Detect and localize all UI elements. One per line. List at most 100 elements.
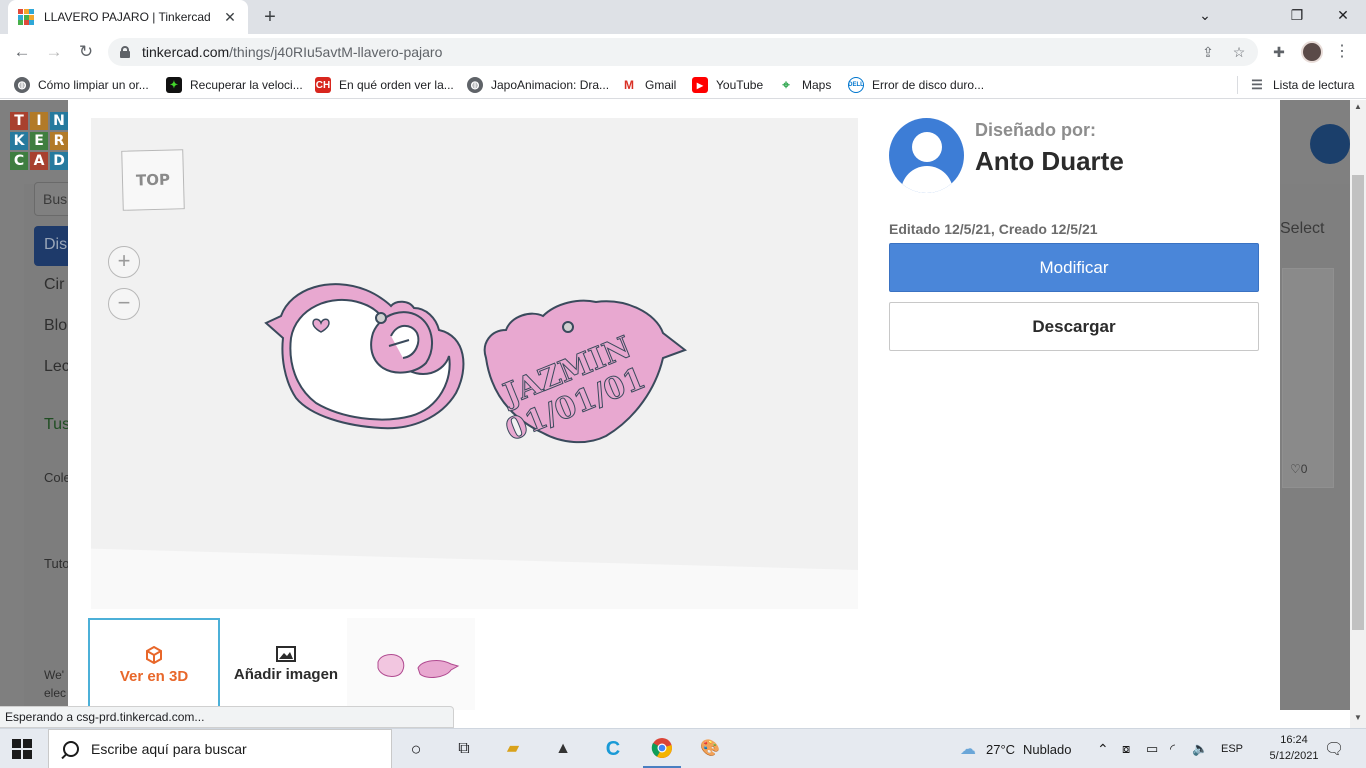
tinkercad-favicon-icon [18, 9, 34, 25]
zoom-out-button[interactable]: − [108, 288, 140, 320]
close-window-icon[interactable]: ✕ [1320, 0, 1366, 30]
add-image-tab[interactable]: Añadir imagen [220, 618, 352, 710]
bg-text: elec [44, 686, 67, 700]
reload-icon[interactable]: ↻ [74, 40, 98, 64]
bg-your-label: Tus [44, 416, 71, 433]
browser-tab-strip: LLAVERO PAJARO | Tinkercad ✕ + ⌄ ❐ ✕ [0, 0, 1366, 34]
chrome-icon[interactable] [649, 737, 675, 761]
bookmark-label: Cómo limpiar un or... [38, 78, 149, 92]
maps-icon: ⌖ [778, 77, 794, 93]
designer-avatar[interactable] [889, 118, 964, 193]
globe-icon: ◍ [467, 77, 483, 93]
reading-list-label: Lista de lectura [1273, 78, 1355, 92]
scroll-up-icon[interactable]: ▲ [1353, 102, 1363, 111]
status-bubble: Esperando a csg-prd.tinkercad.com... [0, 706, 454, 728]
bg-nav-item: Lec [44, 358, 70, 375]
task-view-icon[interactable]: ⧉ [451, 737, 477, 761]
globe-icon: ◍ [14, 77, 30, 93]
download-button[interactable]: Descargar [889, 302, 1259, 351]
bookmark-separator [1237, 76, 1238, 94]
page-scrollbar[interactable]: ▲ ▼ [1350, 100, 1366, 728]
view-cube[interactable]: TOP [121, 149, 185, 211]
bookmark-item[interactable]: ✦ Recuperar la veloci... [166, 75, 303, 95]
extensions-icon[interactable]: ✚ [1269, 42, 1289, 62]
tray-chevron-icon[interactable]: ⌃ [1097, 729, 1109, 768]
bookmark-item[interactable]: DELL Error de disco duro... [848, 75, 984, 95]
browser-menu-icon[interactable]: ⋮ [1334, 41, 1350, 63]
wifi-icon[interactable]: ◜ [1170, 729, 1175, 768]
bookmark-label: Gmail [645, 78, 677, 92]
battery-icon[interactable]: ▭ [1146, 729, 1158, 768]
designed-by-label: Diseñado por: [975, 120, 1097, 140]
weather-temp: 27°C [986, 741, 1016, 757]
share-icon[interactable]: ⇪ [1198, 42, 1218, 62]
model-thumbnail[interactable] [347, 618, 475, 710]
bookmark-label: Error de disco duro... [872, 78, 985, 92]
designer-name[interactable]: Anto Duarte [975, 146, 1124, 177]
inkscape-icon[interactable]: ▲ [550, 737, 576, 761]
taskbar-search-placeholder: Escribe aquí para buscar [91, 741, 247, 757]
minimize-icon[interactable]: ⌄ [1182, 0, 1228, 30]
url-field[interactable]: tinkercad.com/things/j40RIu5avtM-llavero… [108, 38, 1258, 66]
cloud-icon: ☁ [960, 741, 976, 758]
3d-viewer[interactable]: JAZMIN 01/01/01 TOP + − [91, 118, 858, 609]
tinkercad-logo[interactable]: T I N K E R C A D [10, 112, 68, 170]
bg-collections-label: Cole [44, 470, 71, 485]
bookmark-item[interactable]: ⌖ Maps [778, 75, 831, 95]
notifications-icon[interactable]: 🗨 [1324, 729, 1344, 768]
new-tab-icon[interactable]: + [258, 5, 282, 29]
bookmark-item[interactable]: M Gmail [621, 75, 676, 95]
bg-select-label: Select [1280, 220, 1325, 237]
bookmark-label: YouTube [716, 78, 764, 92]
profile-avatar[interactable] [1301, 41, 1323, 63]
app-c-icon[interactable]: C [600, 737, 626, 761]
clock-time: 16:24 [1280, 734, 1308, 746]
close-tab-icon[interactable]: ✕ [222, 9, 238, 26]
taskbar-search-input[interactable]: Escribe aquí para buscar [48, 729, 392, 768]
thumbnail-preview [377, 654, 460, 678]
bg-heart-count: ♡0 [1290, 462, 1308, 476]
back-icon[interactable]: ← [10, 40, 34, 64]
clock-date: 5/12/2021 [1269, 750, 1319, 762]
bookmark-item[interactable]: ◍ JapoAnimacion: Dra... [467, 75, 609, 95]
bookmark-item[interactable]: CH En qué orden ver la... [315, 75, 454, 95]
avatar-head [912, 132, 942, 162]
system-clock[interactable]: 16:24 5/12/2021 [1268, 732, 1320, 764]
bookmark-label: En qué orden ver la... [339, 78, 454, 92]
ch-icon: CH [315, 77, 331, 93]
bg-user-avatar [1310, 124, 1350, 164]
scrollbar-thumb[interactable] [1352, 175, 1364, 630]
lock-icon [120, 46, 130, 58]
bookmark-label: Recuperar la veloci... [190, 78, 303, 92]
paint-icon[interactable]: 🎨 [697, 737, 723, 761]
bookmark-item[interactable]: ◍ Cómo limpiar un or... [14, 75, 149, 95]
bookmark-item[interactable]: ▶ YouTube [692, 75, 763, 95]
file-explorer-icon[interactable]: ▰ [500, 737, 526, 761]
cortana-icon[interactable]: ○ [403, 737, 429, 761]
keychain-model: JAZMIN 01/01/01 [264, 283, 688, 449]
dell-icon: DELL [848, 77, 864, 93]
meet-icon[interactable]: ⧇ [1122, 729, 1130, 768]
design-dates: Editado 12/5/21, Creado 12/5/21 [889, 221, 1098, 237]
modify-button[interactable]: Modificar [889, 243, 1259, 292]
avatar-body [901, 166, 953, 193]
bg-nav-item: Cir [44, 276, 65, 293]
search-icon [63, 741, 79, 757]
razer-icon: ✦ [166, 77, 182, 93]
forward-icon[interactable]: → [42, 40, 66, 64]
cube-icon [146, 645, 162, 664]
language-indicator[interactable]: ESP [1221, 729, 1243, 768]
volume-icon[interactable]: 🔈 [1192, 729, 1208, 768]
zoom-in-button[interactable]: + [108, 246, 140, 278]
view-3d-tab[interactable]: Ver en 3D [88, 618, 220, 710]
browser-tab[interactable]: LLAVERO PAJARO | Tinkercad ✕ [8, 0, 248, 34]
gmail-icon: M [621, 77, 637, 93]
reading-list[interactable]: ☰ Lista de lectura [1249, 75, 1354, 95]
bookmark-star-icon[interactable]: ☆ [1229, 42, 1249, 62]
weather-widget[interactable]: ☁ 27°C Nublado [960, 729, 1071, 768]
restore-icon[interactable]: ❐ [1274, 0, 1320, 30]
tab-title: LLAVERO PAJARO | Tinkercad [44, 10, 211, 24]
windows-start-icon[interactable] [12, 739, 32, 759]
url-path: /things/j40RIu5avtM-llavero-pajaro [229, 44, 443, 60]
scroll-down-icon[interactable]: ▼ [1353, 713, 1363, 722]
